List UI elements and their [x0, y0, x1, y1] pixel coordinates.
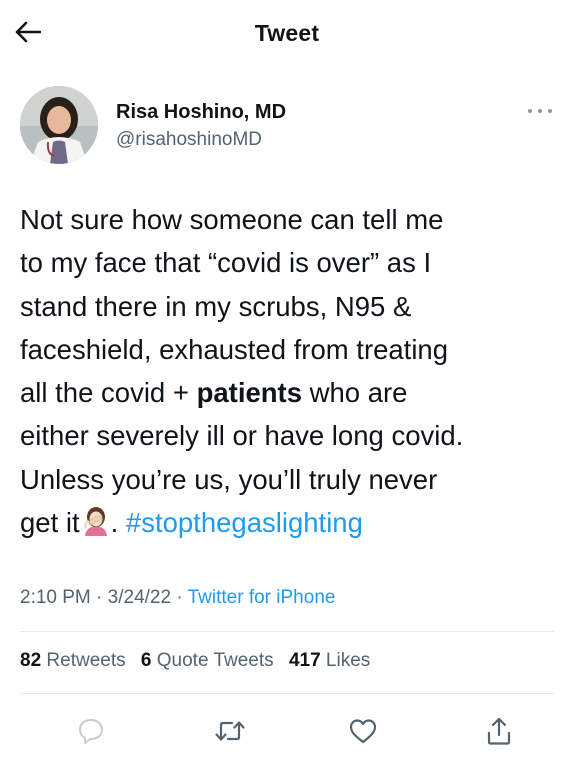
tweet-meta: 2:10 PM · 3/24/22 · Twitter for iPhone: [20, 587, 335, 609]
divider: [20, 693, 554, 694]
retweets-label: Retweets: [41, 650, 126, 671]
tweet-text-segment: get it: [20, 507, 80, 539]
tweet-line: Unless you’re us, you’ll truly never: [20, 463, 438, 495]
more-horizontal-icon: [528, 109, 532, 113]
reply-icon: [79, 719, 103, 744]
tweet-line: stand there in my scrubs, N95 &: [20, 290, 412, 322]
divider: [20, 631, 554, 632]
tweet-stats: 82 Retweets 6 Quote Tweets 417 Likes: [20, 650, 380, 672]
top-bar: Tweet: [0, 0, 574, 68]
more-options-button[interactable]: [528, 104, 552, 118]
tweet-line: either severely ill or have long covid.: [20, 420, 464, 452]
tweet-author: Risa Hoshino, MD @risahoshinoMD: [20, 86, 554, 166]
share-button[interactable]: [482, 714, 516, 748]
woman-facepalming-emoji-icon: [83, 507, 107, 537]
likes-stat[interactable]: 417 Likes: [289, 650, 370, 671]
likes-label: Likes: [320, 650, 371, 671]
like-button[interactable]: [346, 714, 380, 748]
author-handle[interactable]: @risahoshinoMD: [116, 129, 262, 151]
tweet-line: faceshield, exhausted from treating: [20, 333, 449, 365]
retweets-count: 82: [20, 650, 42, 671]
separator: ·: [171, 587, 188, 608]
tweet-text: Not sure how someone can tell me to my f…: [20, 198, 560, 544]
tweet-line: get it . #stopthegaslighting: [20, 501, 560, 544]
separator: ·: [90, 587, 108, 608]
tweet-line: to my face that “covid is over” as I: [20, 247, 432, 279]
quote-tweets-count: 6: [140, 650, 152, 671]
tweet-date[interactable]: 3/24/22: [108, 587, 171, 608]
retweet-button[interactable]: [213, 714, 247, 748]
tweet-time[interactable]: 2:10 PM: [20, 587, 91, 608]
avatar[interactable]: [20, 86, 98, 164]
reply-button[interactable]: [74, 714, 108, 748]
tweet-text-segment: all the covid +: [20, 377, 197, 409]
tweet-text-segment: .: [110, 507, 126, 539]
hashtag-link[interactable]: #stopthegaslighting: [126, 507, 363, 538]
tweet-actions: [20, 706, 554, 756]
tweet-source-link[interactable]: Twitter for iPhone: [188, 587, 336, 608]
tweet-line: all the covid + patients who are: [20, 371, 560, 414]
heart-icon: [349, 719, 377, 744]
page-title: Tweet: [254, 20, 320, 46]
share-icon: [487, 717, 511, 745]
retweet-icon: [215, 721, 245, 741]
avatar-image: [20, 86, 98, 164]
quote-tweets-stat[interactable]: 6 Quote Tweets: [141, 650, 274, 671]
author-name[interactable]: Risa Hoshino, MD: [116, 101, 286, 124]
tweet-line: Not sure how someone can tell me: [20, 204, 444, 235]
likes-count: 417: [288, 650, 321, 671]
retweets-stat[interactable]: 82 Retweets: [20, 650, 126, 671]
bold-text: patients: [196, 377, 302, 409]
quote-tweets-label: Quote Tweets: [151, 650, 274, 671]
tweet-text-segment: who are: [302, 377, 408, 409]
